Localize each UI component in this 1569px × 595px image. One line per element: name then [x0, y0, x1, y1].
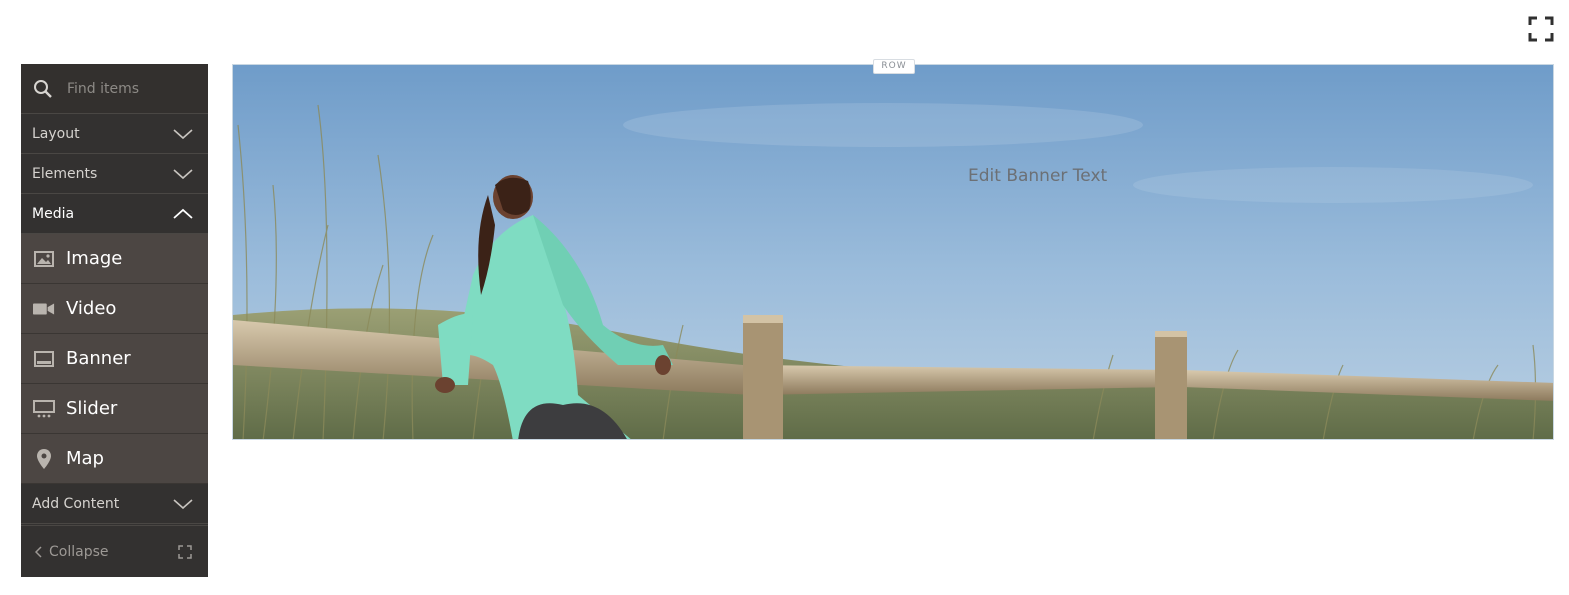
collapse-label: Collapse: [49, 543, 109, 560]
image-icon: [34, 250, 54, 267]
category-layout[interactable]: Layout: [21, 114, 208, 154]
video-icon: [33, 303, 55, 314]
row-label[interactable]: ROW: [873, 59, 915, 74]
chevron-left-icon: [35, 545, 42, 558]
media-item-label: Banner: [66, 348, 131, 369]
category-label: Layout: [32, 125, 80, 142]
banner-icon: [34, 350, 54, 367]
expand-icon: [1528, 16, 1554, 42]
search-icon: [34, 79, 52, 98]
chevron-down-icon: [173, 128, 193, 139]
media-item-label: Map: [66, 448, 104, 469]
map-pin-icon: [37, 448, 51, 469]
search-bar: [21, 64, 208, 114]
page-builder-panel: Layout Elements Media Image Video Banner…: [21, 64, 208, 577]
slider-icon: [33, 399, 55, 417]
media-item-label: Image: [66, 248, 123, 269]
category-label: Media: [32, 205, 75, 222]
panel-expand-icon[interactable]: [178, 544, 192, 559]
media-item-slider[interactable]: Slider: [21, 384, 208, 434]
category-media[interactable]: Media: [21, 194, 208, 234]
media-item-video[interactable]: Video: [21, 284, 208, 334]
collapse-button[interactable]: Collapse: [35, 544, 109, 560]
media-item-map[interactable]: Map: [21, 434, 208, 484]
category-elements[interactable]: Elements: [21, 154, 208, 194]
category-label: Elements: [32, 165, 98, 182]
fullscreen-button[interactable]: [1528, 16, 1554, 42]
media-item-label: Video: [66, 298, 117, 319]
category-add-content[interactable]: Add Content: [21, 484, 208, 524]
row-container[interactable]: [232, 64, 1554, 440]
chevron-down-icon: [173, 498, 193, 509]
media-item-label: Slider: [66, 398, 118, 419]
banner-background-image: [233, 65, 1553, 439]
search-input[interactable]: [65, 79, 199, 98]
media-item-image[interactable]: Image: [21, 234, 208, 284]
media-items: Image Video Banner Slider Map: [21, 234, 208, 484]
banner-text-editable[interactable]: Edit Banner Text: [968, 166, 1107, 186]
chevron-up-icon: [173, 208, 193, 219]
chevron-down-icon: [173, 168, 193, 179]
category-label: Add Content: [32, 495, 120, 512]
media-item-banner[interactable]: Banner: [21, 334, 208, 384]
panel-footer: Collapse: [21, 525, 208, 577]
